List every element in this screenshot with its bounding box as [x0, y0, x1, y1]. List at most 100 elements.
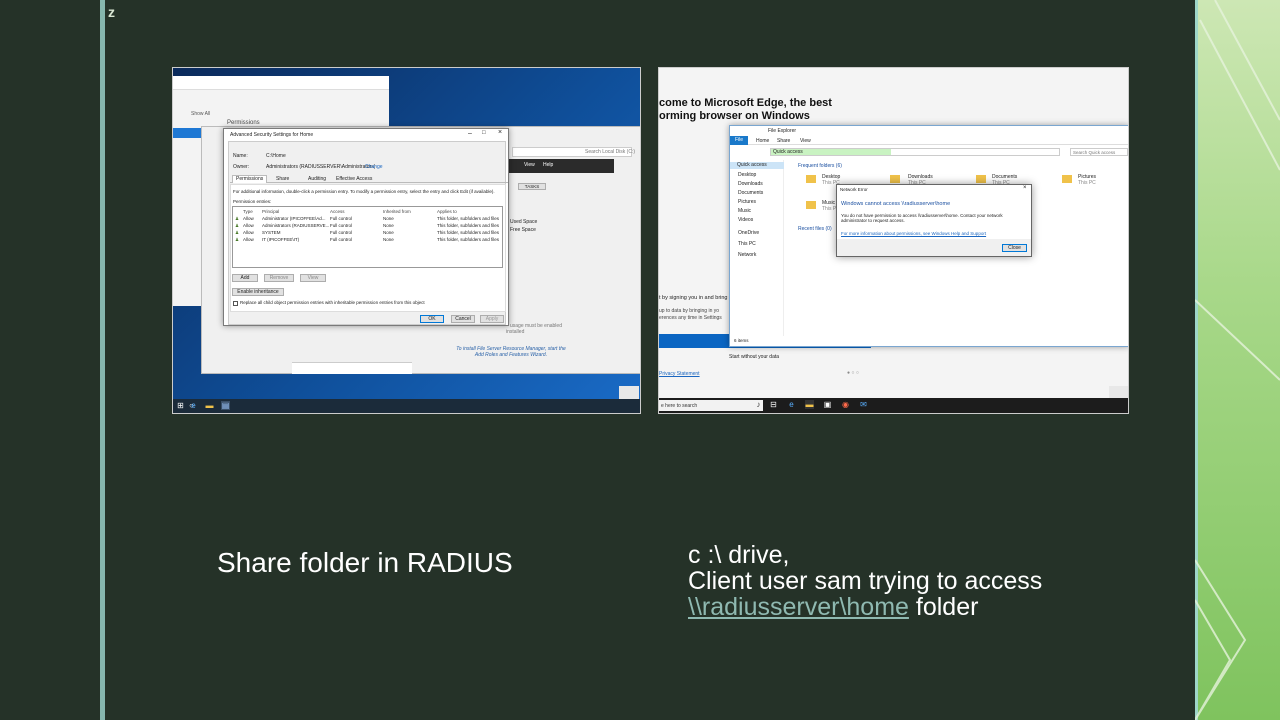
folder-icon: [890, 175, 900, 183]
folder-icon: [1062, 175, 1072, 183]
explorer-search-input[interactable]: Search Quick access: [1070, 148, 1128, 156]
microphone-icon[interactable]: ♪: [754, 400, 763, 409]
server-manager-icon[interactable]: ▤: [221, 401, 230, 410]
tab-effective-access[interactable]: Effective Access: [336, 176, 372, 182]
entries-label: Permission entries:: [233, 199, 272, 204]
installed-note: installed: [506, 329, 525, 335]
chevron-decoration-icon: [1195, 0, 1280, 720]
nav-pictures[interactable]: Pictures: [738, 199, 756, 205]
add-button[interactable]: Add: [232, 274, 258, 282]
minimize-icon[interactable]: –: [468, 130, 472, 137]
edge-sync-text-1: up to data by bringing in yo: [659, 308, 720, 314]
ribbon-view-tab[interactable]: View: [800, 138, 811, 144]
group-icon: ♟: [235, 237, 240, 242]
replace-checkbox[interactable]: [233, 301, 238, 306]
screenshot-share-folder: Show All Permissions Search Local Disk (…: [172, 67, 641, 414]
chrome-icon[interactable]: ◉: [841, 400, 850, 409]
start-without-data-link[interactable]: Start without your data: [729, 354, 779, 360]
nav-quick-access[interactable]: Quick access: [730, 162, 784, 169]
edge-icon[interactable]: e: [787, 400, 796, 409]
install-note: To install File Server Resource Manager,…: [456, 346, 566, 358]
owner-value: Administrators (RADIUSSERVER\Administrat…: [266, 164, 376, 170]
network-error-dialog: Network Error × Windows cannot access \\…: [836, 184, 1032, 257]
name-label: Name:: [233, 153, 248, 159]
start-icon[interactable]: ⊞: [176, 401, 185, 410]
nav-pane: Quick access Desktop Downloads Documents…: [730, 160, 784, 336]
dialog-title: Advanced Security Settings for Home: [230, 132, 314, 138]
edge-sign-text: t by signing you in and bring: [659, 295, 728, 301]
user-icon: ♟: [235, 216, 240, 221]
maximize-icon[interactable]: □: [482, 130, 486, 136]
table-row[interactable]: ♟ Allow IT (IPICOFFEE\IT) Full control N…: [233, 237, 502, 243]
table-row[interactable]: ♟ Allow Administrator (IPICOFFEE\Ad... F…: [233, 216, 502, 222]
screenshot-access-denied: come to Microsoft Edge, the best orming …: [658, 67, 1129, 414]
nav-onedrive[interactable]: OneDrive: [738, 230, 759, 236]
error-heading: Windows cannot access \\radiusserver\hom…: [841, 201, 951, 207]
ribbon-home-tab[interactable]: Home: [756, 138, 769, 144]
advanced-security-dialog: Advanced Security Settings for Home – □ …: [223, 128, 509, 326]
mail-icon[interactable]: ✉: [859, 400, 868, 409]
taskbar: ⊞ ○ e ▬ ▤: [173, 399, 640, 413]
column-applies-to: Applies to: [437, 209, 457, 214]
folder-icon: [806, 175, 816, 183]
column-inherited-from: Inherited from: [383, 209, 411, 214]
free-space-label: Free Space: [510, 227, 536, 233]
left-accent-rule: [100, 0, 105, 720]
tab-auditing[interactable]: Auditing: [308, 176, 326, 182]
tab-permissions[interactable]: Permissions: [232, 175, 268, 183]
caption-folder-suffix: folder: [908, 593, 979, 621]
file-explorer-icon[interactable]: ▬: [805, 400, 814, 409]
show-all-link[interactable]: Show All: [191, 111, 210, 117]
apply-button[interactable]: Apply: [480, 315, 504, 323]
replace-checkbox-label: Replace all child object permission entr…: [240, 300, 425, 305]
taskbar-search-input[interactable]: e here to search: [661, 403, 697, 409]
view-button[interactable]: View: [300, 274, 326, 282]
radiusserver-home-link[interactable]: \\radiusserver\home: [688, 593, 909, 621]
ok-button[interactable]: OK: [420, 315, 444, 323]
caption-client-access: c :\ drive, Client user sam trying to ac…: [688, 542, 1042, 620]
nav-music[interactable]: Music: [738, 208, 751, 214]
edge-sync-text-2: erences any time in Settings: [659, 315, 722, 321]
table-row[interactable]: ♟ Allow Administrators (RADIUSSERVE... F…: [233, 223, 502, 229]
menu-help[interactable]: Help: [543, 162, 553, 168]
close-icon[interactable]: ×: [1023, 185, 1027, 191]
ribbon-share-tab[interactable]: Share: [777, 138, 790, 144]
name-value: C:\Home: [266, 153, 286, 159]
table-row[interactable]: ♟ Allow SYSTEM Full control None This fo…: [233, 230, 502, 236]
nav-this-pc[interactable]: This PC: [738, 241, 756, 247]
caption-drive-line: c :\ drive,: [688, 541, 790, 569]
nav-videos[interactable]: Videos: [738, 217, 753, 223]
search-input[interactable]: Search Local Disk (C:): [585, 149, 635, 155]
close-button[interactable]: Close: [1002, 244, 1027, 252]
enable-inheritance-button[interactable]: Enable inheritance: [232, 288, 284, 296]
tasks-button[interactable]: TASKS: [518, 183, 546, 190]
change-owner-link[interactable]: Change: [365, 164, 383, 170]
decorative-side-panel: [1195, 0, 1280, 720]
address-bar[interactable]: Quick access: [770, 148, 1060, 156]
remove-button[interactable]: Remove: [264, 274, 294, 282]
group-icon: ♟: [235, 223, 240, 228]
store-icon[interactable]: ▣: [823, 400, 832, 409]
close-icon[interactable]: ×: [498, 129, 502, 136]
recent-files-heading: Recent files (0): [798, 226, 832, 232]
edge-icon[interactable]: e: [189, 401, 198, 410]
nav-desktop[interactable]: Desktop: [738, 172, 756, 178]
nav-downloads[interactable]: Downloads: [738, 181, 763, 187]
folder-icon: [806, 201, 816, 209]
task-view-icon[interactable]: ⊟: [769, 400, 778, 409]
tab-share[interactable]: Share: [276, 176, 289, 182]
error-dialog-title: Network Error: [840, 187, 868, 192]
caption-user-line: Client user sam trying to access: [688, 567, 1043, 595]
nav-documents[interactable]: Documents: [738, 190, 763, 196]
file-explorer-window: File Explorer File Home Share View Quick…: [729, 125, 1128, 347]
column-principal: Principal: [262, 209, 280, 214]
nav-network[interactable]: Network: [738, 252, 756, 258]
menu-view[interactable]: View: [524, 162, 535, 168]
help-link[interactable]: For more information about permissions, …: [841, 231, 986, 236]
privacy-statement-link[interactable]: Privacy Statement: [659, 371, 700, 377]
status-bar-count: 6 items: [734, 338, 749, 343]
cancel-button[interactable]: Cancel: [451, 315, 475, 323]
ribbon-file-tab[interactable]: File: [730, 136, 748, 145]
folder-icon[interactable]: ▬: [205, 401, 214, 410]
edge-welcome-title: come to Microsoft Edge, the best: [659, 97, 832, 109]
